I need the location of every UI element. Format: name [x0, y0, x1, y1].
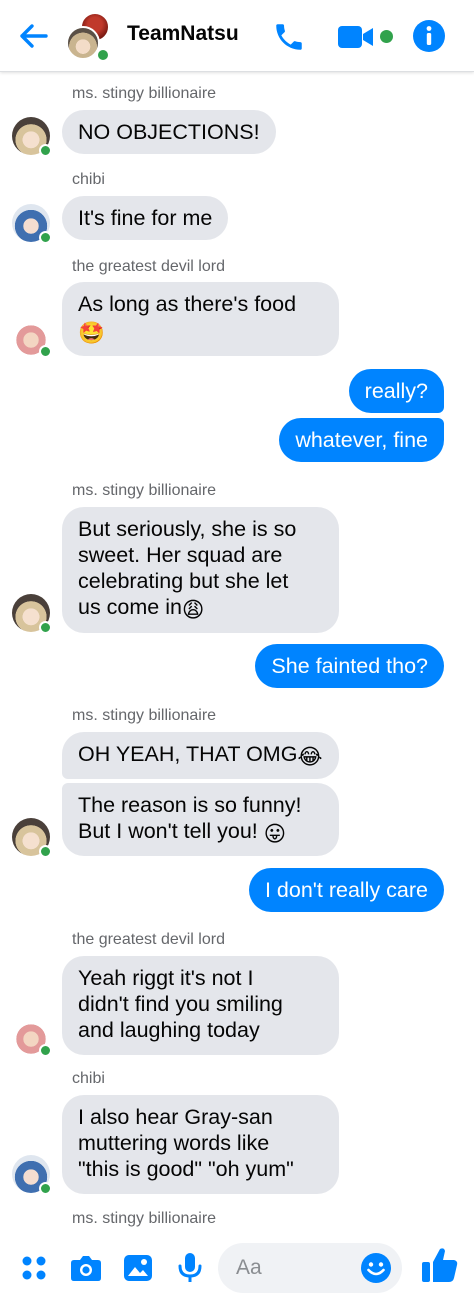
image-icon — [124, 1255, 152, 1281]
four-dots-icon — [22, 1256, 46, 1280]
phone-icon — [276, 24, 302, 50]
message-bubble-incoming[interactable]: The reason is so funny! But I won't tell… — [62, 783, 339, 856]
message-bubble-outgoing[interactable]: I don't really care — [248, 868, 444, 912]
group-avatar[interactable] — [62, 12, 114, 62]
message-text: didn't find you smiling — [78, 992, 283, 1016]
sender-name: ms. stingy billionaire — [72, 85, 217, 102]
tears-of-joy-emoji: 😂 — [297, 745, 323, 769]
online-indicator — [39, 1182, 52, 1195]
sender-name: the greatest devil lord — [72, 258, 225, 275]
sender-name: ms. stingy billionaire — [72, 707, 217, 724]
avatar[interactable] — [12, 818, 52, 858]
message-text: us come in — [78, 595, 182, 619]
message-text: She fainted tho? — [271, 654, 428, 678]
sender-name: the greatest devil lord — [72, 931, 225, 948]
back-button[interactable] — [14, 18, 52, 54]
message-text: The reason is so funny! — [78, 793, 302, 817]
avatar[interactable] — [12, 318, 52, 358]
message-bubble-incoming[interactable]: As long as there's food 🤩 — [62, 282, 339, 356]
emoji-button[interactable] — [360, 1252, 392, 1284]
online-indicator — [39, 144, 52, 157]
message-text: "this is good" "oh yum" — [78, 1157, 294, 1181]
avatar[interactable] — [12, 117, 52, 157]
message-bubble-incoming[interactable]: But seriously, she is so sweet. Her squa… — [62, 507, 339, 633]
video-call-button[interactable] — [336, 22, 376, 52]
message-text: I don't really care — [264, 878, 428, 902]
sender-name: ms. stingy billionaire — [72, 1210, 217, 1227]
message-text: celebrating but she let — [78, 569, 289, 593]
smiley-icon — [361, 1253, 391, 1283]
message-input[interactable] — [236, 1253, 356, 1283]
call-button[interactable] — [272, 20, 306, 54]
chat-title[interactable]: TeamNatsu — [127, 22, 239, 46]
message-text: really? — [364, 379, 428, 403]
avatar[interactable] — [12, 204, 52, 244]
tongue-out-emoji: 😛 — [263, 822, 287, 846]
avatar — [66, 26, 100, 60]
message-input-box[interactable] — [218, 1243, 402, 1293]
message-text: But I won't tell you! — [78, 819, 264, 843]
message-composer — [0, 1230, 474, 1301]
apps-button[interactable] — [18, 1252, 50, 1284]
online-indicator — [39, 845, 52, 858]
message-bubble-outgoing[interactable]: whatever, fine — [279, 418, 444, 462]
sender-name: chibi — [72, 1070, 105, 1087]
weary-face-emoji: 😩 — [181, 598, 205, 622]
message-text: whatever, fine — [295, 428, 428, 452]
message-text: It's fine for me — [78, 206, 213, 230]
arrow-left-icon — [20, 24, 48, 48]
online-indicator — [39, 231, 52, 244]
message-bubble-incoming[interactable]: Yeah riggt it's not I didn't find you sm… — [62, 956, 339, 1055]
message-bubble-incoming[interactable]: OH YEAH, THAT OMG😂 — [62, 732, 339, 779]
message-text: sweet. Her squad are — [78, 543, 283, 567]
thumbs-up-icon — [422, 1248, 458, 1282]
camera-icon — [71, 1256, 101, 1281]
message-text: and laughing today — [78, 1018, 260, 1042]
message-bubble-outgoing[interactable]: really? — [348, 369, 444, 413]
message-text: As long as there's food — [78, 292, 297, 316]
info-button[interactable] — [411, 18, 447, 54]
sender-name: chibi — [72, 171, 105, 188]
message-text: OH YEAH, THAT OMG — [78, 742, 298, 766]
online-indicator — [39, 345, 52, 358]
message-text: NO OBJECTIONS! — [78, 120, 260, 144]
video-camera-icon — [338, 26, 373, 48]
message-bubble-incoming[interactable]: NO OBJECTIONS! — [62, 110, 276, 154]
online-indicator — [39, 621, 52, 634]
camera-button[interactable] — [70, 1252, 102, 1284]
message-bubble-incoming[interactable]: It's fine for me — [62, 196, 229, 240]
like-button[interactable] — [420, 1245, 460, 1285]
info-icon — [413, 20, 445, 52]
sender-name: ms. stingy billionaire — [72, 482, 217, 499]
voice-clip-button[interactable] — [174, 1252, 206, 1284]
message-text: muttering words like — [78, 1131, 270, 1155]
online-indicator — [39, 1044, 52, 1057]
avatar[interactable] — [12, 1155, 52, 1195]
star-struck-emoji: 🤩 — [78, 321, 105, 345]
active-status-dot — [380, 30, 393, 43]
message-bubble-incoming[interactable]: I also hear Gray-san muttering words lik… — [62, 1095, 339, 1194]
online-indicator — [96, 48, 110, 62]
gallery-button[interactable] — [122, 1252, 154, 1284]
message-text: Yeah riggt it's not I — [78, 966, 254, 990]
microphone-icon — [178, 1253, 202, 1282]
message-bubble-outgoing[interactable]: She fainted tho? — [255, 644, 444, 688]
avatar[interactable] — [12, 1017, 52, 1057]
avatar[interactable] — [12, 594, 52, 634]
message-text: I also hear Gray-san — [78, 1105, 273, 1129]
message-text: But seriously, she is so — [78, 517, 297, 541]
chat-header: TeamNatsu — [0, 0, 474, 72]
